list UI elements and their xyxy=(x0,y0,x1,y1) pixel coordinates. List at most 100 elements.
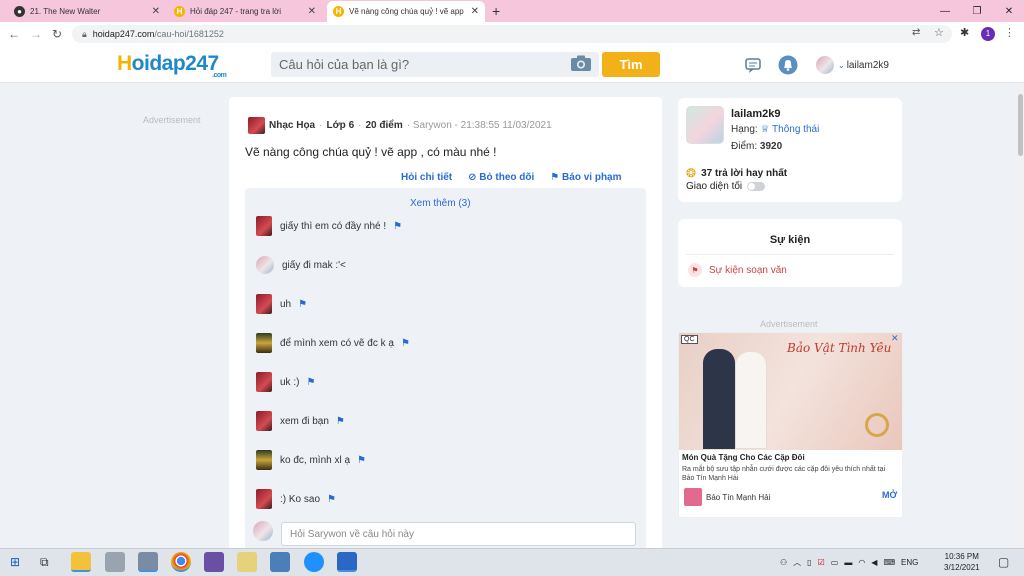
ad-headline: Bảo Vật Tình Yêu xyxy=(787,341,892,355)
ad-ring-icon xyxy=(865,413,889,437)
author-time: · Sarywon - 21:38:55 11/03/2021 xyxy=(406,120,552,131)
notifications-icon[interactable]: ▢ xyxy=(998,555,1009,569)
profile-avatar[interactable]: 1 xyxy=(981,27,995,41)
forward-icon[interactable]: → xyxy=(28,27,44,41)
people-icon[interactable]: ⚇ xyxy=(780,558,787,567)
profile-rank: Hạng: ♕ Thông thái xyxy=(731,124,820,135)
battery-icon[interactable]: ▬ xyxy=(844,558,852,567)
logo-text: oidap247 xyxy=(131,52,220,75)
site-logo[interactable]: Hoidap247 .com xyxy=(117,52,227,79)
calculator-icon[interactable] xyxy=(270,552,290,572)
close-tab-icon[interactable]: ✕ xyxy=(152,6,160,17)
subject-link[interactable]: Nhạc Họa xyxy=(269,120,315,131)
commenter-avatar[interactable] xyxy=(256,256,274,274)
bookmark-star-icon[interactable]: ☆ xyxy=(934,26,944,39)
ad-close-icon[interactable]: ✕ xyxy=(891,333,899,344)
report-flag-icon[interactable]: ⚑ xyxy=(401,338,410,349)
chrome-icon[interactable] xyxy=(171,552,191,572)
user-menu[interactable]: ⌄ lailam2k9 xyxy=(816,55,889,75)
ad-figure-bride xyxy=(735,351,767,449)
close-tab-icon[interactable]: ✕ xyxy=(308,6,316,17)
comment-item: để mình xem có vẽ đc k ạ ⚑ xyxy=(256,333,410,353)
close-tab-icon[interactable]: ✕ xyxy=(471,6,479,17)
flag-icon: ⚑ xyxy=(688,263,702,277)
ad-title: Món Quà Tặng Cho Các Cặp Đôi xyxy=(682,453,805,462)
tab-question[interactable]: H Vẽ nàng công chúa quỷ ! vẽ app ✕ xyxy=(327,1,485,22)
report-flag-icon[interactable]: ⚑ xyxy=(298,299,307,310)
wifi-icon[interactable]: ◠ xyxy=(858,558,865,567)
back-icon[interactable]: ← xyxy=(6,27,22,41)
volume-icon[interactable]: ◀︎ xyxy=(871,558,877,567)
tab-new-walter[interactable]: ● 21. The New Walter ✕ xyxy=(8,1,166,22)
address-bar[interactable]: 🔒︎ hoidap247.com/cau-hoi/1681252 xyxy=(72,25,952,43)
commenter-avatar[interactable] xyxy=(256,372,272,392)
pencil-app-icon[interactable] xyxy=(237,552,257,572)
comment-item: giấy thì em có đầy nhé ! ⚑ xyxy=(256,216,402,236)
minimize-icon[interactable]: — xyxy=(930,0,960,22)
search-button[interactable]: Tìm xyxy=(602,52,660,77)
camera-icon[interactable] xyxy=(570,55,592,72)
language-indicator[interactable]: ENG xyxy=(901,558,918,567)
ad-image[interactable]: QC ✕ Bảo Vật Tình Yêu xyxy=(679,333,902,450)
comment-text: ko đc, mình xl ạ xyxy=(280,454,351,466)
commenter-avatar[interactable] xyxy=(256,411,272,431)
phone-icon[interactable]: ▯ xyxy=(807,558,811,567)
commenter-avatar[interactable] xyxy=(256,489,272,509)
avatar xyxy=(816,56,834,74)
task-view-icon[interactable]: ⧉ xyxy=(40,555,49,570)
new-tab-button[interactable]: + xyxy=(492,3,500,19)
unfollow-button[interactable]: ⊘ Bỏ theo dõi xyxy=(468,172,534,183)
reload-icon[interactable]: ↻ xyxy=(49,27,65,41)
paint-app-icon[interactable] xyxy=(204,552,224,572)
report-flag-icon[interactable]: ⚑ xyxy=(336,416,345,427)
report-flag-icon[interactable]: ⚑ xyxy=(393,221,402,232)
ime-icon[interactable]: ⌨ xyxy=(883,558,895,567)
display-icon[interactable]: ▭ xyxy=(831,558,839,567)
camera-app-icon[interactable] xyxy=(138,552,158,572)
profile-name[interactable]: lailam2k9 xyxy=(731,108,781,120)
clock[interactable]: 10:36 PM 3/12/2021 xyxy=(944,551,980,573)
report-flag-icon[interactable]: ⚑ xyxy=(357,455,366,466)
comment-text: để mình xem có vẽ đc k ạ xyxy=(280,337,394,349)
commenter-avatar[interactable] xyxy=(256,294,272,314)
comment-text: uh xyxy=(280,298,292,310)
close-window-icon[interactable]: ✕ xyxy=(994,0,1024,22)
commenter-avatar[interactable] xyxy=(256,216,272,236)
dark-mode-toggle[interactable] xyxy=(747,182,766,191)
commenter-avatar[interactable] xyxy=(256,450,272,470)
scrollbar-thumb[interactable] xyxy=(1018,94,1023,156)
comment-text: uk :) xyxy=(280,376,300,388)
rank-badge-icon: ♕ xyxy=(760,124,770,135)
chat-icon[interactable] xyxy=(744,55,764,75)
app-grid-icon[interactable] xyxy=(105,552,125,572)
antivirus-icon[interactable]: ☑ xyxy=(818,558,825,567)
file-explorer-icon[interactable] xyxy=(71,552,91,572)
reply-input[interactable]: Hỏi Sarywon về câu hỏi này xyxy=(281,522,636,546)
messenger-icon[interactable] xyxy=(304,552,324,572)
report-button[interactable]: ⚑ Báo vi phạm xyxy=(550,172,621,183)
ad-qc-badge: QC xyxy=(681,335,698,344)
profile-avatar-large[interactable] xyxy=(686,106,724,144)
search-input[interactable]: Câu hỏi của bạn là gì? xyxy=(271,52,599,77)
event-item[interactable]: ⚑ Sự kiện soạn văn xyxy=(688,263,787,277)
maximize-icon[interactable]: ❐ xyxy=(962,0,992,22)
menu-icon[interactable]: ⋮ xyxy=(1004,26,1015,39)
question-meta: Nhạc Họa · Lớp 6 · 20 điểm · Sarywon - 2… xyxy=(248,117,552,134)
comment-item: :) Ko sao ⚑ xyxy=(256,489,336,509)
ad-open-button[interactable]: MỞ xyxy=(882,490,897,500)
brand-logo-icon xyxy=(684,488,702,506)
ask-detail-button[interactable]: Hỏi chi tiết xyxy=(401,172,452,183)
grade-link[interactable]: Lớp 6 xyxy=(326,120,354,131)
report-flag-icon[interactable]: ⚑ xyxy=(327,494,336,505)
chevron-up-icon[interactable]: ︿ xyxy=(793,557,801,568)
windows-start-icon[interactable]: ⊞ xyxy=(10,555,20,569)
see-more-link[interactable]: Xem thêm (3) xyxy=(410,198,471,209)
notification-bell-icon[interactable] xyxy=(778,55,798,75)
extensions-icon[interactable]: ✱ xyxy=(960,26,969,39)
translate-icon[interactable]: ⇄ xyxy=(912,27,920,38)
ad-description: Ra mắt bộ sưu tập nhẫn cưới được các cặp… xyxy=(682,466,886,482)
report-flag-icon[interactable]: ⚑ xyxy=(306,377,315,388)
word-app-icon[interactable] xyxy=(337,552,357,572)
tab-hoidap-answer[interactable]: H Hỏi đáp 247 - trang tra lời ✕ xyxy=(168,1,322,22)
commenter-avatar[interactable] xyxy=(256,333,272,353)
